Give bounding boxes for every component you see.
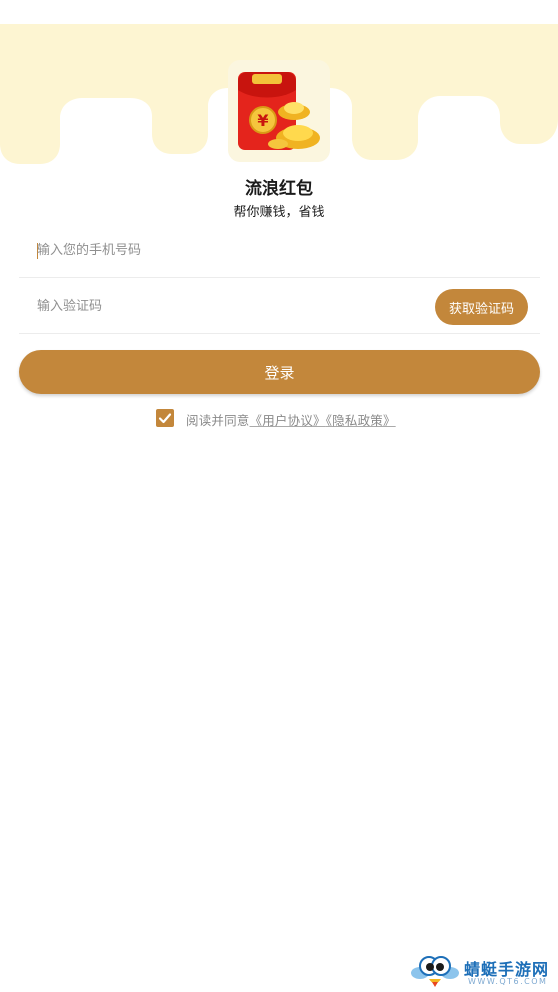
agreement-prefix: 阅读并同意	[186, 413, 250, 428]
privacy-policy-link[interactable]: 《隐私政策》	[326, 413, 396, 428]
check-icon	[158, 413, 172, 424]
watermark-url: WWW.QT6.COM	[468, 977, 548, 986]
status-bar	[0, 0, 558, 24]
verification-code-input[interactable]	[37, 278, 417, 334]
watermark: 蜻蜓手游网 WWW.QT6.COM	[410, 953, 554, 989]
get-code-button[interactable]: 获取验证码	[435, 289, 528, 325]
agreement-text: 阅读并同意《用户协议》《隐私政策》	[186, 410, 396, 429]
svg-text:¥: ¥	[257, 111, 268, 130]
code-field: 获取验证码	[19, 278, 540, 334]
app-name: 流浪红包	[245, 179, 313, 199]
dragonfly-mascot-icon	[411, 956, 459, 987]
user-agreement-link[interactable]: 《用户协议》	[250, 413, 326, 428]
phone-field	[19, 222, 540, 278]
phone-input[interactable]	[37, 222, 417, 278]
login-button[interactable]: 登录	[19, 350, 540, 394]
red-envelope-gold-ingot-icon: ¥	[238, 72, 320, 150]
app-slogan: 帮你赚钱，省钱	[233, 205, 325, 220]
app-logo: ¥	[228, 60, 330, 162]
agreement-checkbox[interactable]	[156, 409, 174, 427]
